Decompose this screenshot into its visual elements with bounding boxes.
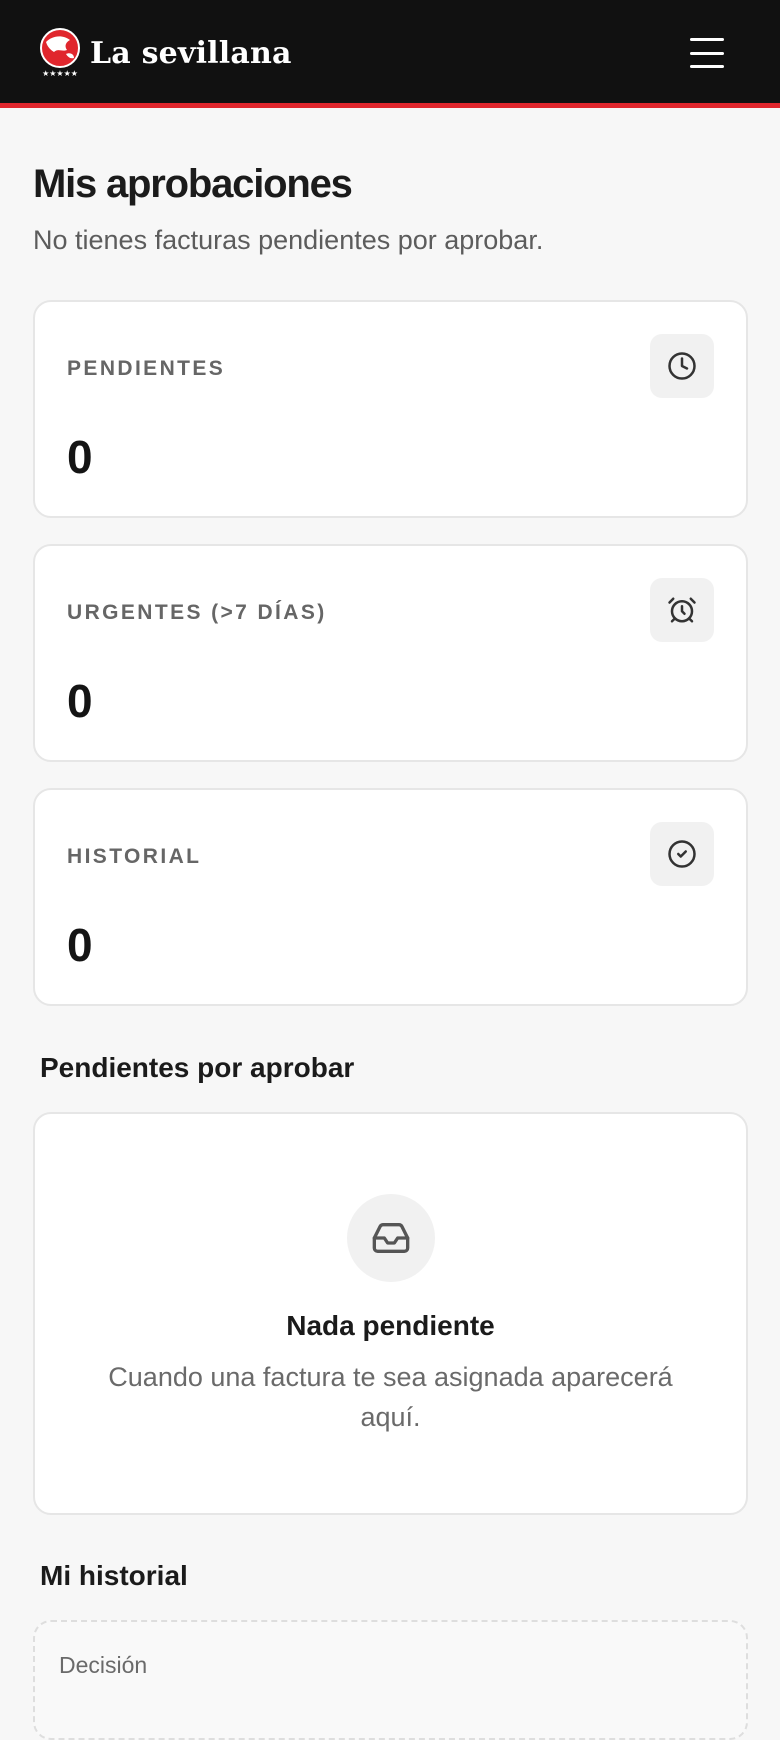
empty-state-description: Cuando una factura te sea asignada apare… <box>108 1362 673 1432</box>
top-navbar: ★★★★★ La sevillana <box>0 0 780 108</box>
stat-label: PENDIENTES <box>67 357 226 380</box>
stat-label: URGENTES (>7 DÍAS) <box>67 601 327 624</box>
stat-value: 0 <box>67 675 93 727</box>
empty-state-title: Nada pendiente <box>286 1310 495 1341</box>
pending-section-title: Pendientes por aprobar <box>40 1052 355 1083</box>
page-subtitle: No tienes facturas pendientes por aproba… <box>33 225 544 255</box>
history-table: Decisión <box>33 1620 748 1740</box>
stat-value: 0 <box>67 431 93 483</box>
check-circle-icon <box>650 822 714 886</box>
history-section-title: Mi historial <box>40 1560 188 1591</box>
pending-empty-state: Nada pendiente Cuando una factura te sea… <box>33 1112 748 1515</box>
brand-logo[interactable]: ★★★★★ La sevillana <box>36 28 292 78</box>
stat-value: 0 <box>67 919 93 971</box>
brand-name: La sevillana <box>90 35 292 71</box>
stat-label: HISTORIAL <box>67 845 202 868</box>
history-column-header-decision[interactable]: Decisión <box>59 1652 147 1679</box>
alarm-clock-icon <box>650 578 714 642</box>
logo-emblem-icon: ★★★★★ <box>36 28 86 78</box>
page-title: Mis aprobaciones <box>33 162 353 206</box>
clock-icon <box>650 334 714 398</box>
stat-card-pendientes: PENDIENTES 0 <box>33 300 748 518</box>
svg-text:★★★★★: ★★★★★ <box>42 69 78 78</box>
inbox-icon <box>347 1194 435 1282</box>
hamburger-menu-icon[interactable] <box>690 38 724 68</box>
stat-card-urgentes: URGENTES (>7 DÍAS) 0 <box>33 544 748 762</box>
stat-card-historial: HISTORIAL 0 <box>33 788 748 1006</box>
